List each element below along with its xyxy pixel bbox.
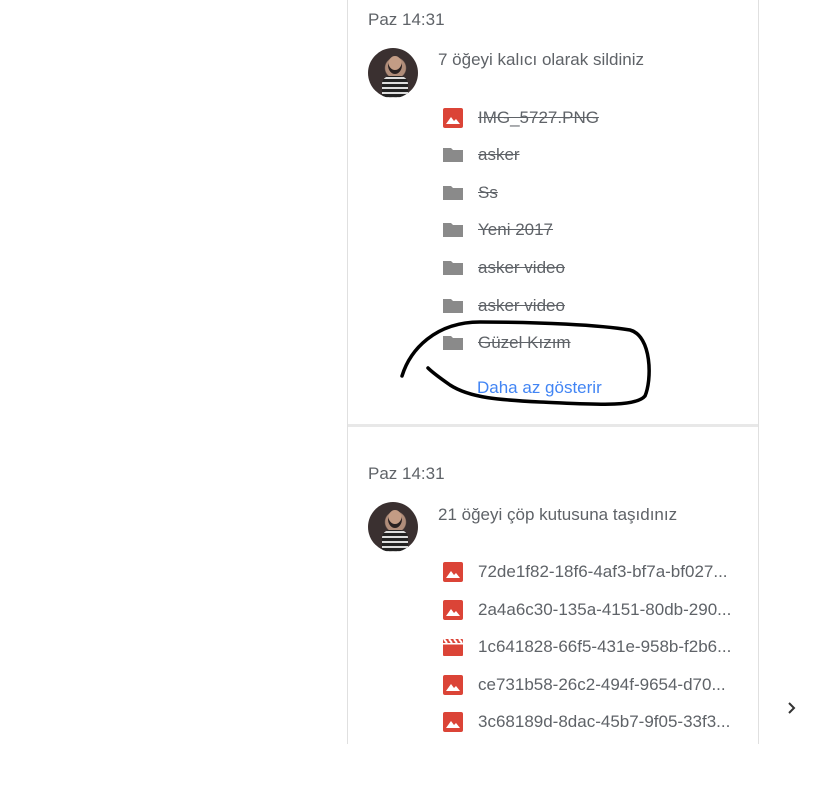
folder-icon xyxy=(443,296,463,316)
show-less-link[interactable]: Daha az gösterir xyxy=(477,378,602,398)
folder-icon xyxy=(443,258,463,278)
file-name: 2a4a6c30-135a-4151-80db-290... xyxy=(478,600,732,619)
image-icon xyxy=(443,600,463,620)
list-item[interactable]: 72de1f82-18f6-4af3-bf7a-bf027... xyxy=(443,560,728,584)
file-name: asker video xyxy=(478,296,565,315)
list-item[interactable]: Yeni 2017 xyxy=(443,218,553,242)
activity-time: Paz 14:31 xyxy=(368,464,445,483)
folder-icon xyxy=(443,220,463,240)
file-name: Yeni 2017 xyxy=(478,220,554,239)
file-name: ce731b58-26c2-494f-9654-d70... xyxy=(478,675,726,694)
list-item[interactable]: Güzel Kızım xyxy=(443,331,571,355)
folder-icon xyxy=(443,145,463,165)
image-icon xyxy=(443,712,463,732)
list-item[interactable]: asker xyxy=(443,143,520,167)
avatar xyxy=(368,48,418,98)
file-name: 3c68189d-8dac-45b7-9f05-33f3... xyxy=(478,712,731,731)
list-item[interactable]: asker video xyxy=(443,294,565,318)
list-item[interactable]: IMG_5727.PNG xyxy=(443,106,599,130)
divider xyxy=(348,424,758,427)
folder-icon xyxy=(443,183,463,203)
list-item[interactable]: 3c68189d-8dac-45b7-9f05-33f3... xyxy=(443,710,730,734)
activity-summary: 7 öğeyi kalıcı olarak sildiniz xyxy=(438,50,644,69)
file-name: 1c641828-66f5-431e-958b-f2b6... xyxy=(478,637,732,656)
file-name: asker xyxy=(478,145,520,164)
file-name: IMG_5727.PNG xyxy=(478,108,599,127)
list-item[interactable]: ce731b58-26c2-494f-9654-d70... xyxy=(443,673,726,697)
file-name: Güzel Kızım xyxy=(478,333,571,352)
activity-panel: Paz 14:31 7 öğeyi kalıcı olarak sildiniz… xyxy=(347,0,759,744)
chevron-right-icon[interactable] xyxy=(780,696,804,720)
activity-summary: 21 öğeyi çöp kutusuna taşıdınız xyxy=(438,505,678,524)
image-icon xyxy=(443,562,463,582)
list-item[interactable]: asker video xyxy=(443,256,565,280)
avatar xyxy=(368,502,418,552)
list-item[interactable]: 1c641828-66f5-431e-958b-f2b6... xyxy=(443,635,731,659)
list-item[interactable]: 2a4a6c30-135a-4151-80db-290... xyxy=(443,598,731,622)
video-icon xyxy=(443,637,463,657)
list-item[interactable]: Ss xyxy=(443,181,498,205)
activity-time: Paz 14:31 xyxy=(368,10,445,29)
folder-icon xyxy=(443,333,463,353)
file-name: asker video xyxy=(478,258,565,277)
file-name: Ss xyxy=(478,183,498,202)
image-icon xyxy=(443,108,463,128)
file-name: 72de1f82-18f6-4af3-bf7a-bf027... xyxy=(478,562,728,581)
image-icon xyxy=(443,675,463,695)
